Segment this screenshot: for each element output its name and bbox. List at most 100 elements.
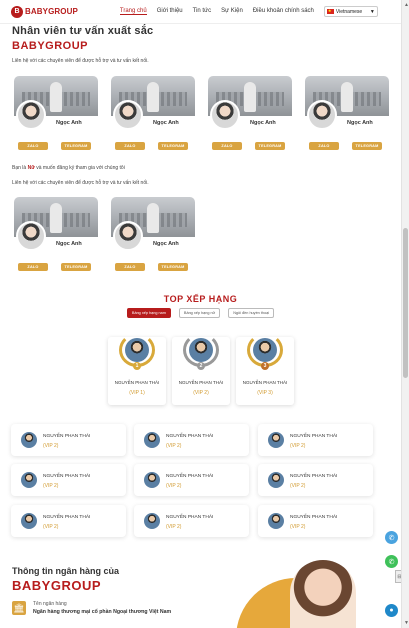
list-name: NGUYỄN PHAN THÁI: [166, 474, 214, 479]
list-item[interactable]: NGUYỄN PHAN THÁI (VIP 2): [134, 464, 249, 496]
nav-home[interactable]: Trang chủ: [119, 8, 147, 15]
ranking-title: TOP XẾP HẠNG: [163, 294, 238, 304]
bank-brand: BABYGROUP: [12, 578, 102, 593]
telegram-button[interactable]: TELEGRAM: [255, 142, 285, 150]
rank-vip: (VIP 2): [193, 390, 209, 396]
zalo-button[interactable]: ZALO: [18, 142, 48, 150]
avatar: [113, 221, 143, 251]
main-nav: Trang chủ Giới thiệu Tin tức Sự Kiện Điề…: [119, 8, 324, 15]
list-name: NGUYỄN PHAN THÁI: [43, 474, 91, 479]
tab-male-ranking[interactable]: Bảng xếp hạng nam: [126, 308, 171, 318]
consultant-card: Ngọc Anh ZALO TELEGRAM: [111, 197, 195, 279]
female-suffix: và muốn đăng ký tham gia với chúng tôi: [36, 165, 125, 171]
phone-icon[interactable]: ✆: [385, 531, 398, 544]
vertical-scrollbar[interactable]: ▲ ▼: [401, 0, 409, 628]
tab-female-ranking[interactable]: Bảng xếp hạng nữ: [178, 308, 221, 318]
top-rank-card[interactable]: 3 NGUYỄN PHAN THÁI (VIP 3): [236, 333, 294, 405]
telegram-button[interactable]: TELEGRAM: [61, 263, 91, 271]
zalo-button[interactable]: ZALO: [18, 263, 48, 271]
nav-policy[interactable]: Điều khoản chính sách: [253, 8, 314, 15]
medal-icon: 3: [261, 362, 269, 370]
list-item[interactable]: NGUYỄN PHAN THÁI (VIP 2): [11, 505, 126, 537]
list-name: NGUYỄN PHAN THÁI: [43, 515, 91, 520]
consultant-name: Ngọc Anh: [153, 241, 179, 247]
whatsapp-icon[interactable]: ✆: [385, 555, 398, 568]
list-name: NGUYỄN PHAN THÁI: [290, 434, 338, 439]
list-name: NGUYỄN PHAN THÁI: [290, 515, 338, 520]
list-item[interactable]: NGUYỄN PHAN THÁI (VIP 2): [258, 424, 373, 456]
avatar: [253, 338, 277, 362]
medal-icon: 2: [197, 362, 205, 370]
avatar: [189, 338, 213, 362]
avatar: [21, 432, 37, 448]
rank-name: NGUYỄN PHAN THÁI: [114, 380, 160, 385]
consultant-name: Ngọc Anh: [250, 120, 276, 126]
consultant-card: Ngọc Anh ZALO TELEGRAM: [305, 76, 389, 158]
scroll-down-icon[interactable]: ▼: [404, 620, 409, 626]
consultant-card: Ngọc Anh ZALO TELEGRAM: [14, 197, 98, 279]
messenger-icon[interactable]: ●: [385, 604, 398, 617]
avatar: [268, 513, 284, 529]
list-name: NGUYỄN PHAN THÁI: [166, 434, 214, 439]
language-select[interactable]: Vietnamese ▼: [323, 6, 378, 17]
hero-portrait: [290, 560, 356, 628]
list-item[interactable]: NGUYỄN PHAN THÁI (VIP 2): [258, 464, 373, 496]
consultants-title: Nhân viên tư vấn xuất sắc: [12, 25, 154, 37]
female-prefix: Bạn là: [12, 165, 27, 171]
list-item[interactable]: NGUYỄN PHAN THÁI (VIP 2): [258, 505, 373, 537]
consultant-name: Ngọc Anh: [347, 120, 373, 126]
list-item[interactable]: NGUYỄN PHAN THÁI (VIP 2): [11, 464, 126, 496]
list-vip: (VIP 2): [290, 483, 306, 489]
consultants-description-2: Liên hệ với các chuyên viên để được hỗ t…: [12, 180, 149, 186]
avatar: [144, 472, 160, 488]
female-signup-text: Bạn là Nữ và muốn đăng ký tham gia với c…: [12, 165, 125, 171]
avatar: [210, 100, 240, 130]
zalo-button[interactable]: ZALO: [115, 263, 145, 271]
scroll-thumb[interactable]: [403, 228, 408, 378]
nav-events[interactable]: Sự Kiện: [221, 8, 243, 15]
tab-legend-temple[interactable]: Ngôi đền huyền thoại: [228, 308, 275, 318]
list-name: NGUYỄN PHAN THÁI: [290, 474, 338, 479]
consultant-name: Ngọc Anh: [56, 120, 82, 126]
zalo-button[interactable]: ZALO: [115, 142, 145, 150]
scroll-up-icon[interactable]: ▲: [404, 2, 409, 8]
avatar: [113, 100, 143, 130]
logo-badge: B: [11, 5, 23, 18]
telegram-button[interactable]: TELEGRAM: [61, 142, 91, 150]
logo[interactable]: B BABYGROUP: [11, 5, 78, 18]
list-vip: (VIP 2): [43, 443, 59, 449]
nav-about[interactable]: Giới thiệu: [157, 8, 183, 15]
top-rank-card[interactable]: 2 NGUYỄN PHAN THÁI (VIP 2): [172, 333, 230, 405]
list-name: NGUYỄN PHAN THÁI: [166, 515, 214, 520]
telegram-button[interactable]: TELEGRAM: [158, 263, 188, 271]
list-vip: (VIP 2): [290, 443, 306, 449]
avatar: [307, 100, 337, 130]
ranking-tabs: Bảng xếp hạng nam Bảng xếp hạng nữ Ngôi …: [0, 308, 401, 318]
list-vip: (VIP 2): [166, 483, 182, 489]
rank-vip: (VIP 3): [257, 390, 273, 396]
list-item[interactable]: NGUYỄN PHAN THÁI (VIP 2): [134, 424, 249, 456]
list-item[interactable]: NGUYỄN PHAN THÁI (VIP 2): [11, 424, 126, 456]
nav-news[interactable]: Tin tức: [193, 8, 211, 15]
rank-vip: (VIP 1): [129, 390, 145, 396]
avatar: [268, 432, 284, 448]
telegram-button[interactable]: TELEGRAM: [352, 142, 382, 150]
consultants-description: Liên hệ với các chuyên viên để được hỗ t…: [12, 58, 149, 64]
medal-icon: 1: [133, 362, 141, 370]
bank-name-value: Ngân hàng thương mại cổ phần Ngoại thươn…: [33, 609, 172, 615]
avatar: [21, 513, 37, 529]
bank-icon: 🏛: [12, 601, 26, 615]
top-rank-card[interactable]: 1 NGUYỄN PHAN THÁI (VIP 1): [108, 333, 166, 405]
telegram-button[interactable]: TELEGRAM: [158, 142, 188, 150]
consultant-card: Ngọc Anh ZALO TELEGRAM: [111, 76, 195, 158]
consultant-name: Ngọc Anh: [153, 120, 179, 126]
zalo-button[interactable]: ZALO: [212, 142, 242, 150]
avatar: [268, 472, 284, 488]
zalo-button[interactable]: ZALO: [309, 142, 339, 150]
list-item[interactable]: NGUYỄN PHAN THÁI (VIP 2): [134, 505, 249, 537]
list-vip: (VIP 2): [43, 483, 59, 489]
avatar: [16, 100, 46, 130]
consultant-name: Ngọc Anh: [56, 241, 82, 247]
list-name: NGUYỄN PHAN THÁI: [43, 434, 91, 439]
avatar: [125, 338, 149, 362]
